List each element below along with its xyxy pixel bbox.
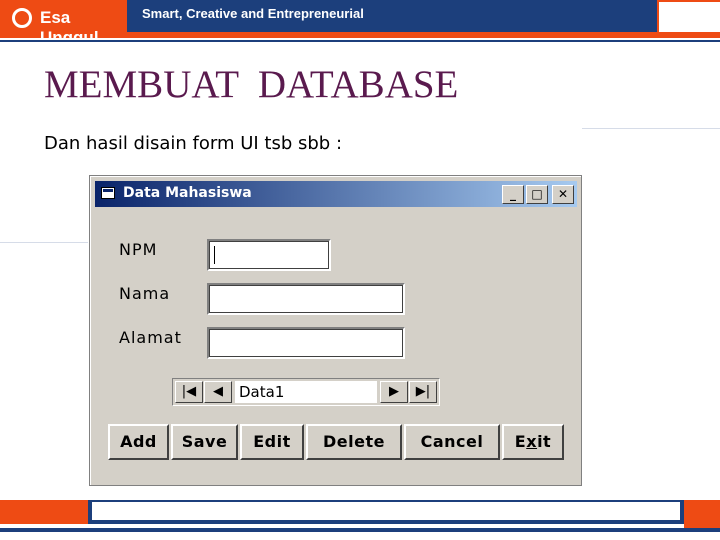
save-button[interactable]: Save — [171, 424, 238, 460]
logo-text: Esa Unggul — [40, 8, 99, 47]
footer-left-block — [0, 500, 88, 524]
window-titlebar[interactable]: Data Mahasiswa _ □ ✕ — [95, 181, 577, 207]
university-logo: Esa Unggul — [8, 2, 123, 47]
header-divider — [0, 40, 720, 42]
nama-input[interactable] — [207, 283, 405, 315]
move-previous-button[interactable]: ◀ — [204, 381, 232, 403]
move-first-button[interactable]: |◀ — [175, 381, 203, 403]
exit-label-start: E — [514, 432, 527, 451]
slide-body-text: Dan hasil disain form UI tsb sbb : — [44, 133, 343, 154]
footer-inner-strip — [92, 502, 680, 520]
footer-bottom-line — [0, 528, 720, 532]
nama-label: Nama — [119, 284, 171, 303]
exit-button[interactable]: Exit — [502, 424, 564, 460]
data-mahasiswa-window: Data Mahasiswa _ □ ✕ NPM Nama Alamat |◀ … — [89, 175, 582, 486]
npm-label: NPM — [119, 240, 158, 259]
logo-emblem-icon — [12, 8, 32, 28]
move-next-button[interactable]: ▶ — [380, 381, 408, 403]
decorative-line — [582, 128, 720, 129]
footer-right-block — [684, 500, 720, 528]
slide-title: MEMBUAT DATABASE — [44, 63, 459, 106]
close-button[interactable]: ✕ — [552, 185, 574, 204]
text-caret — [214, 246, 215, 264]
move-last-button[interactable]: ▶| — [409, 381, 437, 403]
edit-button[interactable]: Edit — [240, 424, 304, 460]
exit-label-end: it — [537, 432, 552, 451]
minimize-button[interactable]: _ — [502, 185, 524, 204]
window-title: Data Mahasiswa — [123, 185, 252, 201]
data-control-caption: Data1 — [235, 381, 377, 403]
form-icon — [101, 187, 115, 199]
banner-tagline: Smart, Creative and Entrepreneurial — [142, 6, 364, 21]
maximize-button[interactable]: □ — [526, 185, 548, 204]
npm-input[interactable] — [207, 239, 331, 271]
cancel-button[interactable]: Cancel — [404, 424, 500, 460]
data-control: |◀ ◀ Data1 ▶ ▶| — [172, 378, 440, 406]
banner-end-block — [657, 2, 720, 32]
alamat-input[interactable] — [207, 327, 405, 359]
delete-button[interactable]: Delete — [306, 424, 402, 460]
exit-label-accelerator: x — [526, 432, 538, 451]
alamat-label: Alamat — [119, 328, 182, 347]
decorative-line — [0, 242, 88, 243]
add-button[interactable]: Add — [108, 424, 169, 460]
